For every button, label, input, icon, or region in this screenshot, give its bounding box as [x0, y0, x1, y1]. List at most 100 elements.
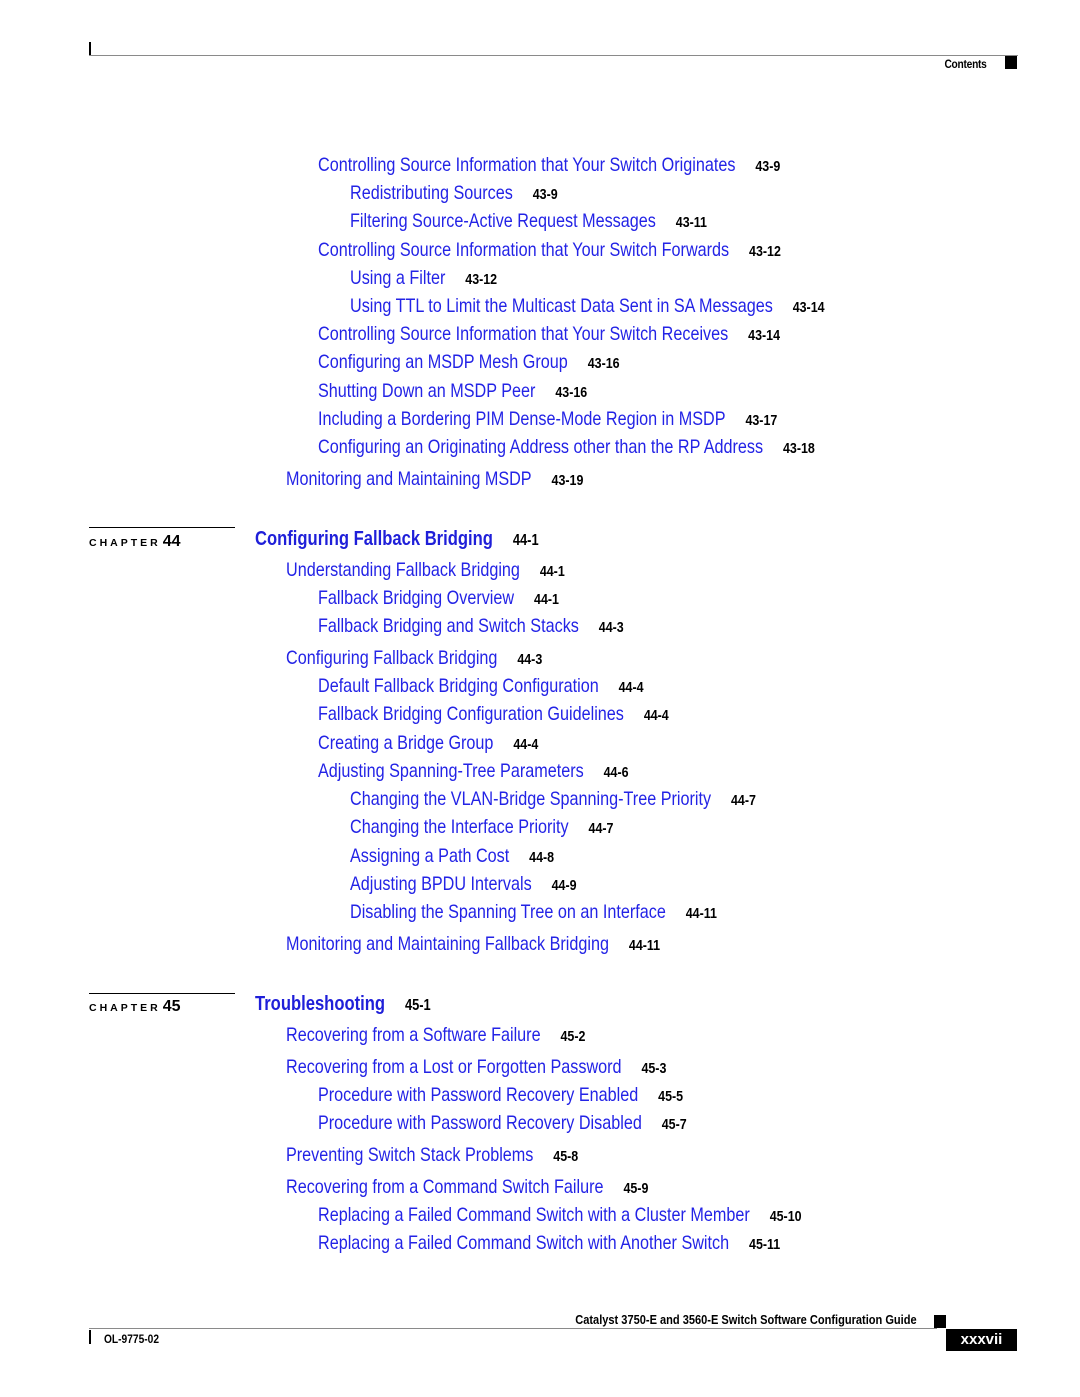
toc-entry[interactable]: Controlling Source Information that Your…	[318, 323, 780, 345]
toc-entry-title: Preventing Switch Stack Problems	[286, 1144, 534, 1166]
toc-entry[interactable]: Shutting Down an MSDP Peer 43-16	[318, 381, 587, 402]
toc-entry-page: 43-9	[532, 186, 558, 203]
toc-entry-title: Fallback Bridging and Switch Stacks	[318, 615, 579, 637]
toc-entry-page: 45-2	[560, 1028, 586, 1045]
toc-entry[interactable]: Creating a Bridge Group 44-4	[318, 732, 538, 754]
toc-entry[interactable]: Replacing a Failed Command Switch with a…	[318, 1205, 802, 1226]
toc-entry-page: 44-7	[588, 820, 614, 837]
toc-entry-page: 44-1	[534, 591, 559, 608]
chapter-title-link[interactable]: Troubleshooting 45-1	[255, 994, 431, 1014]
toc-entry[interactable]: Filtering Source-Active Request Messages…	[350, 211, 707, 232]
toc-entry-page: 45-9	[623, 1180, 649, 1197]
toc-entry-title: Understanding Fallback Bridging	[286, 559, 520, 581]
toc-entry-title: Procedure with Password Recovery Enabled	[318, 1084, 639, 1106]
toc-entry[interactable]: Understanding Fallback Bridging 44-1	[286, 559, 565, 581]
chapter-number: 45	[162, 998, 181, 1015]
toc-entry-page: 44-8	[529, 849, 555, 866]
toc-entry-title: Assigning a Path Cost	[350, 845, 510, 867]
toc-entry[interactable]: Using TTL to Limit the Multicast Data Se…	[350, 295, 825, 317]
footer-guide-title: Catalyst 3750-E and 3560-E Switch Softwa…	[575, 1312, 917, 1327]
toc-entry[interactable]: Preventing Switch Stack Problems 45-8	[286, 1144, 579, 1166]
toc-entry[interactable]: Controlling Source Information that Your…	[318, 154, 781, 176]
chapter-label: CHAPTER 45	[89, 998, 181, 1016]
toc-entry[interactable]: Monitoring and Maintaining Fallback Brid…	[286, 933, 661, 955]
toc-entry-title: Configuring an MSDP Mesh Group	[318, 351, 568, 373]
toc-entry-title: Controlling Source Information that Your…	[318, 323, 729, 345]
toc-entry[interactable]: Configuring an Originating Address other…	[318, 436, 815, 458]
header-section-label: Contents	[944, 57, 987, 71]
footer-rule	[89, 1328, 937, 1329]
toc-entry-title: Monitoring and Maintaining Fallback Brid…	[286, 933, 609, 955]
toc-entry[interactable]: Procedure with Password Recovery Disable…	[318, 1113, 687, 1134]
footer-doc-number: OL-9775-02	[104, 1332, 159, 1346]
toc-entry[interactable]: Fallback Bridging Overview 44-1	[318, 587, 559, 609]
toc-entry[interactable]: Controlling Source Information that Your…	[318, 240, 781, 261]
toc-entry-title: Adjusting Spanning-Tree Parameters	[318, 760, 584, 782]
footer-marker-block	[934, 1315, 946, 1328]
toc-entry-page: 44-7	[730, 792, 756, 809]
toc-entry-page: 43-12	[465, 271, 498, 288]
toc-entry[interactable]: Configuring an MSDP Mesh Group 43-16	[318, 351, 620, 373]
toc-entry-title: Recovering from a Command Switch Failure	[286, 1176, 604, 1198]
toc-entry-page: 43-17	[745, 412, 778, 429]
toc-entry[interactable]: Default Fallback Bridging Configuration 4…	[318, 675, 644, 697]
chapter-label-text: CHAPTER	[89, 537, 161, 549]
toc-entry-title: Default Fallback Bridging Configuration	[318, 675, 599, 697]
toc-entry[interactable]: Changing the Interface Priority 44-7	[350, 816, 614, 838]
toc-entry-page: 45-11	[749, 1236, 781, 1253]
toc-entry[interactable]: Fallback Bridging and Switch Stacks 44-3	[318, 615, 624, 637]
chapter-label-text: CHAPTER	[89, 1002, 161, 1014]
toc-entry[interactable]: Procedure with Password Recovery Enabled…	[318, 1084, 683, 1106]
toc-entry-page: 44-11	[685, 905, 717, 922]
toc-entry[interactable]: Adjusting Spanning-Tree Parameters 44-6	[318, 760, 629, 782]
toc-entry-title: Configuring an Originating Address other…	[318, 436, 764, 458]
toc-entry-title: Creating a Bridge Group	[318, 732, 494, 754]
toc-entry-title: Using TTL to Limit the Multicast Data Se…	[350, 295, 773, 317]
chapter-page: 45-1	[404, 997, 431, 1014]
toc-entry-title: Recovering from a Software Failure	[286, 1024, 541, 1046]
toc-entry[interactable]: Configuring Fallback Bridging 44-3	[286, 647, 542, 669]
toc-entry-title: Controlling Source Information that Your…	[318, 154, 736, 176]
toc-entry-page: 45-3	[641, 1060, 667, 1077]
toc-entry-page: 44-6	[603, 764, 629, 781]
toc-entry-title: Adjusting BPDU Intervals	[350, 873, 532, 895]
chapter-title: Configuring Fallback Bridging	[255, 528, 493, 550]
toc-entry-title: Fallback Bridging Overview	[318, 587, 515, 609]
toc-entry[interactable]: Using a Filter 43-12	[350, 267, 498, 289]
toc-entry[interactable]: Redistributing Sources 43-9	[350, 183, 558, 204]
toc-entry-title: Replacing a Failed Command Switch with A…	[318, 1232, 730, 1254]
toc-entry-page: 43-9	[755, 158, 781, 175]
toc-entry[interactable]: Recovering from a Command Switch Failure…	[286, 1176, 649, 1198]
toc-entry[interactable]: Adjusting BPDU Intervals 44-9	[350, 873, 577, 895]
toc-entry-page: 45-8	[553, 1148, 579, 1165]
toc-entry-page: 44-4	[618, 679, 644, 696]
chapter-title: Troubleshooting	[255, 993, 386, 1015]
toc-entry-page: 43-19	[551, 472, 584, 489]
chapter-title-link[interactable]: Configuring Fallback Bridging 44-1	[255, 529, 539, 549]
toc-entry[interactable]: Monitoring and Maintaining MSDP 43-19	[286, 469, 584, 490]
toc-entry-page: 43-12	[749, 243, 781, 260]
toc-entry-page: 43-14	[792, 299, 825, 316]
toc-entry[interactable]: Fallback Bridging Configuration Guidelin…	[318, 704, 669, 725]
toc-entry[interactable]: Disabling the Spanning Tree on an Interf…	[350, 901, 717, 923]
toc-entry[interactable]: Recovering from a Software Failure 45-2	[286, 1024, 586, 1046]
toc-entry-page: 44-3	[598, 619, 624, 636]
toc-entry[interactable]: Replacing a Failed Command Switch with A…	[318, 1232, 781, 1254]
toc-entry-page: 44-1	[539, 563, 565, 580]
toc-entry[interactable]: Changing the VLAN-Bridge Spanning-Tree P…	[350, 788, 756, 810]
toc-entry-title: Changing the VLAN-Bridge Spanning-Tree P…	[350, 788, 712, 810]
footer-page-number: xxxvii	[946, 1329, 1017, 1351]
toc-entry-page: 43-16	[587, 355, 620, 372]
toc-entry-title: Recovering from a Lost or Forgotten Pass…	[286, 1056, 622, 1078]
toc-entry[interactable]: Recovering from a Lost or Forgotten Pass…	[286, 1056, 667, 1078]
toc-entry[interactable]: Assigning a Path Cost 44-8	[350, 845, 555, 867]
toc-entry-title: Using a Filter	[350, 267, 446, 289]
toc-entry-page: 43-18	[782, 440, 815, 457]
toc-entry[interactable]: Including a Bordering PIM Dense-Mode Reg…	[318, 408, 778, 430]
toc-entry-page: 44-11	[628, 937, 661, 954]
toc-entry-title: Including a Bordering PIM Dense-Mode Reg…	[318, 408, 726, 430]
chapter-rule	[89, 993, 235, 994]
toc-entry-title: Disabling the Spanning Tree on an Interf…	[350, 901, 666, 923]
toc-entry-title: Configuring Fallback Bridging	[286, 647, 498, 669]
toc-entry-title: Changing the Interface Priority	[350, 816, 569, 838]
